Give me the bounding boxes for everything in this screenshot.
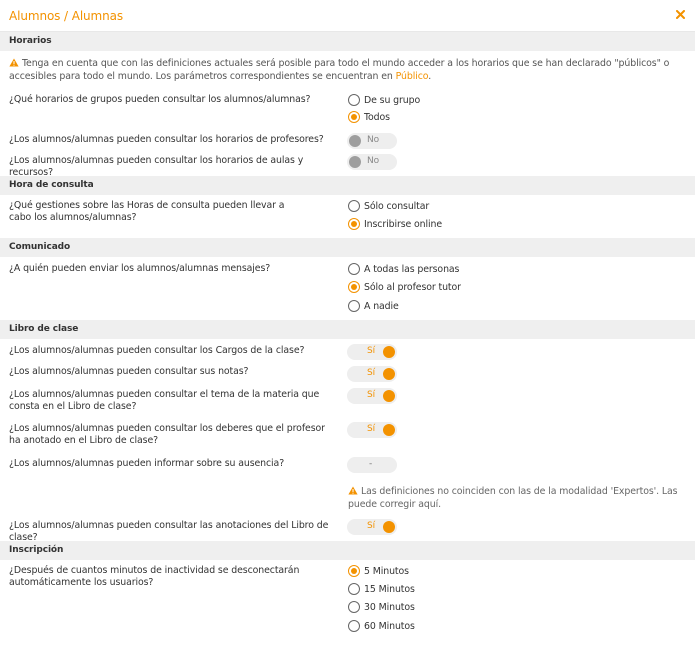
toggle-knob [349,135,361,147]
radio-label: Inscribirse online [364,218,443,230]
radio-label: Sólo al profesor tutor [364,281,461,293]
toggle-knob [383,390,395,402]
toggle-knob [383,368,395,380]
radio-label: 60 Minutos [364,620,415,632]
question-group-schedules: ¿Qué horarios de grupos pueden consultar… [9,94,311,105]
toggle-homework[interactable]: Sí [347,422,397,438]
toggle-teacher-schedules[interactable]: No [347,133,397,149]
toggle-grades[interactable]: Sí [347,366,397,382]
radio-register-online[interactable]: Inscribirse online [348,217,442,231]
question-inactivity-timeout: ¿Después de cuantos minutos de inactivid… [9,565,300,588]
radio-label: A nadie [364,300,399,312]
section-title: Horarios [9,36,52,46]
toggle-knob [383,424,395,436]
toggle-report-absence[interactable]: - [347,457,397,473]
radio-circle[interactable] [348,281,360,293]
toggle-class-charges[interactable]: Sí [347,344,397,360]
warning-suffix: . [438,499,441,510]
radio-5-minutes[interactable]: 5 Minutos [348,564,409,578]
close-icon[interactable] [676,10,686,20]
radio-tutor-only[interactable]: Sólo al profesor tutor [348,280,461,294]
radio-consult-only[interactable]: Sólo consultar [348,199,429,213]
section-hora-consulta: Hora de consulta [0,176,695,195]
question-grades: ¿Los alumnos/alumnas pueden consultar su… [9,366,249,377]
warning-icon [348,486,358,495]
toggle-room-schedules[interactable]: No [347,154,397,170]
public-schedules-notice: Tenga en cuenta que con las definiciones… [9,57,689,83]
toggle-knob [383,346,395,358]
radio-circle[interactable] [348,565,360,577]
toggle-label: Sí [367,521,376,531]
question-lesson-topic: ¿Los alumnos/alumnas pueden consultar el… [9,389,320,412]
section-horarios: Horarios [0,32,695,51]
radio-label: De su grupo [364,94,421,106]
radio-circle[interactable] [348,263,360,275]
radio-all-groups[interactable]: Todos [348,110,390,124]
section-title: Inscripción [9,545,64,555]
warning-icon [9,58,19,67]
radio-circle[interactable] [348,601,360,613]
radio-label: 5 Minutos [364,565,409,577]
toggle-label: Sí [367,368,376,378]
radio-label: A todas las personas [364,263,460,275]
radio-everyone[interactable]: A todas las personas [348,262,459,276]
toggle-lesson-topic[interactable]: Sí [347,388,397,404]
section-title: Hora de consulta [9,180,94,190]
toggle-label: Sí [367,424,376,434]
toggle-label: Sí [367,390,376,400]
notice-suffix: . [428,71,432,82]
question-class-charges: ¿Los alumnos/alumnas pueden consultar lo… [9,345,305,356]
radio-label: Sólo consultar [364,200,430,212]
question-report-absence: ¿Los alumnos/alumnas pueden informar sob… [9,458,285,469]
toggle-label: Sí [367,346,376,356]
radio-30-minutes[interactable]: 30 Minutos [348,600,415,614]
public-link[interactable]: Público [396,71,429,82]
section-comunicado: Comunicado [0,238,695,257]
notice-text: Tenga en cuenta que con las definiciones… [9,58,670,82]
section-inscripcion: Inscripción [0,541,695,560]
section-title: Libro de clase [9,324,79,334]
dialog-title: Alumnos / Alumnas [9,9,124,23]
toggle-class-notes[interactable]: Sí [347,519,397,535]
radio-label: 30 Minutos [364,601,415,613]
radio-label: 15 Minutos [364,583,415,595]
toggle-knob [383,521,395,533]
radio-circle[interactable] [348,583,360,595]
dialog-header: Alumnos / Alumnas [0,0,695,32]
radio-own-group[interactable]: De su grupo [348,93,420,107]
radio-circle[interactable] [348,218,360,230]
question-homework: ¿Los alumnos/alumnas pueden consultar lo… [9,423,325,446]
section-title: Comunicado [9,242,71,252]
section-libro-clase: Libro de clase [0,320,695,339]
toggle-label: No [367,156,380,166]
correct-here-link[interactable]: corregir aquí [380,499,438,510]
expert-mode-warning: Las definiciones no coinciden con las de… [348,485,688,511]
radio-circle[interactable] [348,300,360,312]
toggle-label: - [369,459,373,469]
radio-circle[interactable] [348,620,360,632]
question-teacher-schedules: ¿Los alumnos/alumnas pueden consultar lo… [9,134,324,145]
toggle-label: No [367,135,380,145]
radio-15-minutes[interactable]: 15 Minutos [348,582,415,596]
toggle-knob [349,156,361,168]
radio-circle[interactable] [348,200,360,212]
radio-circle[interactable] [348,111,360,123]
question-consultation-hours: ¿Qué gestiones sobre las Horas de consul… [9,200,285,223]
question-messages: ¿A quién pueden enviar los alumnos/alumn… [9,263,271,274]
radio-nobody[interactable]: A nadie [348,299,399,313]
radio-circle[interactable] [348,94,360,106]
radio-60-minutes[interactable]: 60 Minutos [348,619,415,633]
radio-label: Todos [364,111,390,123]
